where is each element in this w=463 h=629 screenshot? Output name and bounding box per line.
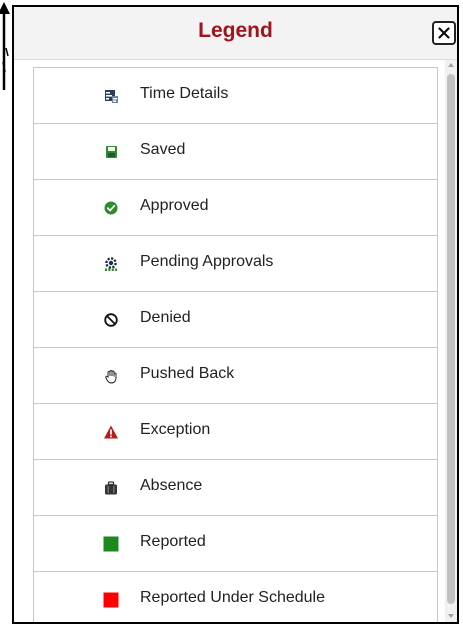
approved-icon — [103, 200, 119, 216]
legend-item-pending-approvals: Pending Approvals — [34, 236, 437, 292]
legend-label: Absence — [140, 477, 203, 494]
dialog-title: Legend — [198, 19, 273, 42]
legend-item-pushed-back: Pushed Back — [34, 348, 437, 404]
pushed-back-icon — [103, 368, 119, 384]
legend-list: Time Details Saved Approved Pending Appr… — [33, 67, 438, 622]
legend-label: Reported Under Schedule — [140, 589, 326, 606]
absence-icon — [103, 480, 119, 496]
legend-item-time-details: Time Details — [34, 68, 437, 124]
time-details-icon — [103, 88, 119, 104]
saved-icon — [103, 144, 119, 160]
legend-dialog: Legend Time Details Saved Approved Pendi… — [12, 5, 459, 624]
legend-item-reported-under-schedule: Reported Under Schedule — [34, 572, 437, 622]
legend-label: Pending Approvals — [140, 253, 274, 270]
exception-icon — [103, 424, 119, 440]
legend-label: Time Details — [140, 85, 229, 102]
legend-item-approved: Approved — [34, 180, 437, 236]
close-icon — [438, 27, 450, 39]
legend-label: Approved — [140, 197, 209, 214]
pending-approvals-icon — [103, 256, 119, 272]
legend-item-saved: Saved — [34, 124, 437, 180]
denied-icon — [103, 312, 119, 328]
scroll-up-arrow-icon[interactable] — [448, 63, 454, 67]
close-button[interactable] — [432, 21, 456, 45]
legend-label: Denied — [140, 309, 191, 326]
dialog-header: Legend — [14, 7, 457, 60]
legend-label: Saved — [140, 141, 186, 158]
legend-label: Pushed Back — [140, 365, 235, 382]
dialog-body: Time Details Saved Approved Pending Appr… — [14, 60, 457, 622]
legend-label: Reported — [140, 533, 206, 550]
reported-icon — [103, 536, 119, 552]
legend-item-denied: Denied — [34, 292, 437, 348]
scroll-down-arrow-icon[interactable] — [448, 614, 454, 618]
legend-label: Exception — [140, 421, 211, 438]
reported-under-schedule-icon — [103, 592, 119, 608]
legend-item-reported: Reported — [34, 516, 437, 572]
legend-item-exception: Exception — [34, 404, 437, 460]
scrollbar-thumb[interactable] — [447, 74, 455, 604]
legend-item-absence: Absence — [34, 460, 437, 516]
vertical-scrollbar[interactable] — [445, 60, 457, 622]
